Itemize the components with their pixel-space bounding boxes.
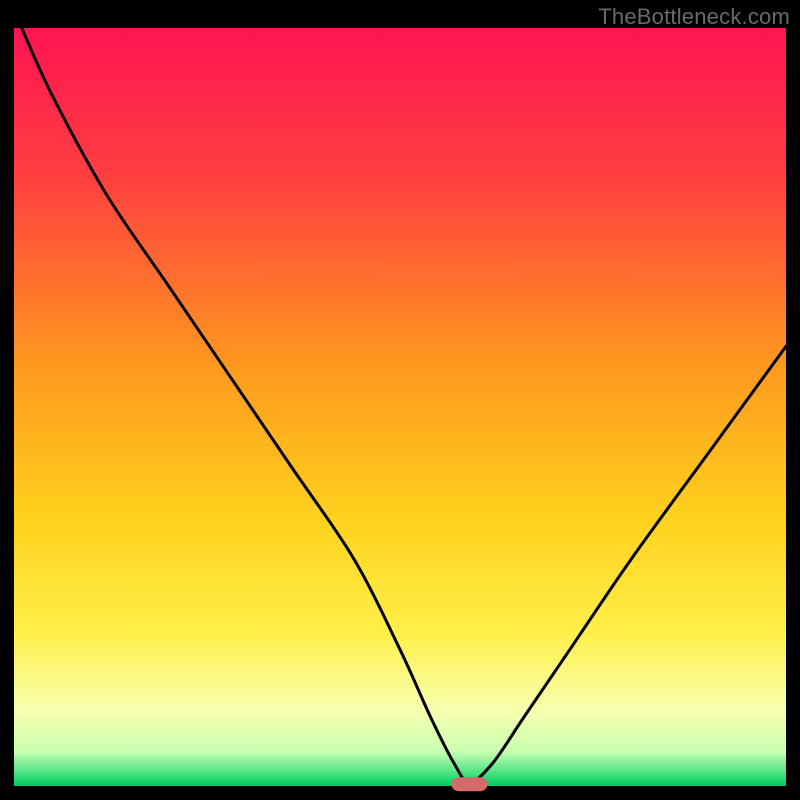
watermark-label: TheBottleneck.com bbox=[598, 4, 790, 30]
bottleneck-chart bbox=[0, 0, 800, 800]
optimal-marker bbox=[451, 777, 487, 791]
chart-frame: TheBottleneck.com bbox=[0, 0, 800, 800]
plot-background bbox=[14, 28, 786, 786]
